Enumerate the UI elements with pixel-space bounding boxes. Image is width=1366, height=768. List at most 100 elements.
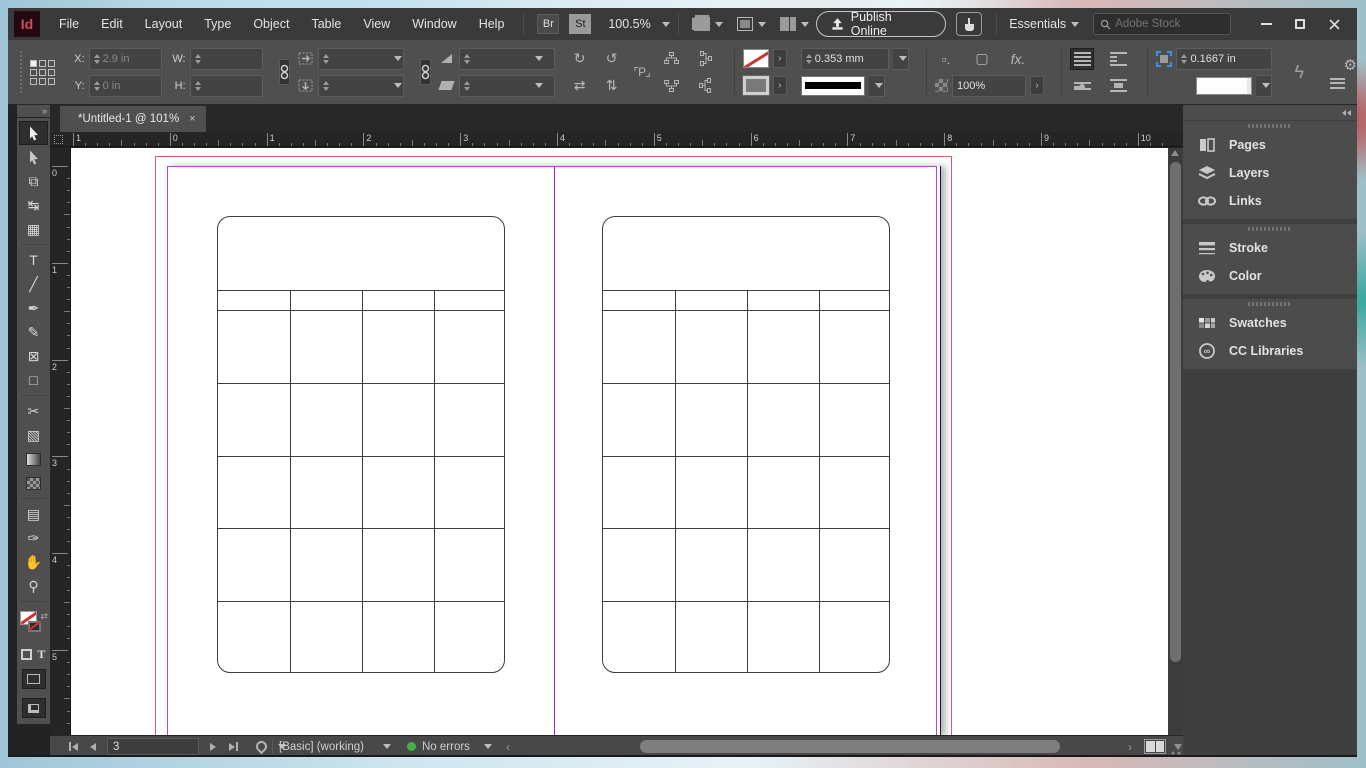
previous-page-button[interactable] xyxy=(84,739,102,755)
scroll-right-icon[interactable]: › xyxy=(1128,740,1132,754)
object-style-dropdown[interactable] xyxy=(1256,74,1273,97)
flip-horizontal-button[interactable]: ⇄ xyxy=(569,75,591,97)
opacity-field[interactable]: 100% xyxy=(952,74,1027,97)
dock-item-layers[interactable]: Layers xyxy=(1183,159,1357,187)
menu-window[interactable]: Window xyxy=(401,8,467,40)
view-options-button[interactable] xyxy=(693,17,723,31)
toolbar-expand-button[interactable]: » xyxy=(17,105,50,117)
zoom-level-value[interactable]: 100.5% xyxy=(608,17,650,31)
menu-layout[interactable]: Layout xyxy=(134,8,194,40)
eyedropper-tool[interactable]: ✑ xyxy=(19,526,48,550)
frame-fitting-icon[interactable] xyxy=(1156,50,1173,67)
wrap-around-object-button[interactable] xyxy=(1070,75,1094,97)
vertical-scroll-thumb[interactable] xyxy=(1170,162,1181,662)
last-page-button[interactable] xyxy=(224,739,242,755)
maximize-button[interactable] xyxy=(1283,11,1317,37)
search-input[interactable] xyxy=(1115,18,1208,30)
scale-y-field[interactable] xyxy=(317,74,404,97)
zoom-level-chevron-icon[interactable] xyxy=(661,21,670,27)
type-tool[interactable]: T xyxy=(19,248,48,272)
canvas[interactable] xyxy=(71,148,1168,735)
select-parent-button[interactable] xyxy=(695,75,717,97)
gpu-performance-icon[interactable]: ϟ xyxy=(1294,62,1304,83)
hand-tool[interactable]: ✋ xyxy=(19,550,48,574)
stroke-type-chevron[interactable] xyxy=(868,74,885,97)
object-style-swatch[interactable] xyxy=(1196,76,1253,95)
dock-item-swatches[interactable]: Swatches xyxy=(1183,309,1357,337)
jump-object-button[interactable] xyxy=(1106,75,1130,97)
scroll-left-icon[interactable]: ‹ xyxy=(506,740,510,754)
fill-stroke-proxy[interactable]: ⇄ xyxy=(19,611,48,641)
pen-tool[interactable]: ✒ xyxy=(19,296,48,320)
select-previous-object-button[interactable] xyxy=(661,48,683,70)
scissors-tool[interactable]: ✂ xyxy=(19,399,48,423)
line-tool[interactable]: ╱ xyxy=(19,272,48,296)
bridge-button[interactable]: Br xyxy=(537,14,560,34)
panel-group-drag-handle[interactable] xyxy=(1183,299,1357,309)
rectangle-tool[interactable]: □ xyxy=(19,368,48,392)
stroke-weight-dropdown[interactable] xyxy=(892,47,909,70)
spread-view-button[interactable] xyxy=(1144,739,1166,754)
stock-button[interactable]: St xyxy=(569,14,592,34)
ruler-origin-icon[interactable] xyxy=(54,135,63,144)
wrap-around-bounding-box-button[interactable] xyxy=(1106,48,1130,70)
gap-tool[interactable]: ↹ xyxy=(19,193,48,217)
panel-group-drag-handle[interactable] xyxy=(1183,121,1357,131)
rotate-cw-button[interactable]: ↻ xyxy=(569,48,591,70)
select-container-button[interactable]: ⌜ P ⌟ xyxy=(631,61,653,83)
stroke-swatch[interactable] xyxy=(27,620,42,632)
corner-options-button[interactable]: ▫. xyxy=(935,48,957,70)
table-right[interactable] xyxy=(602,216,890,673)
effects-button[interactable]: fx. xyxy=(1007,48,1029,70)
gradient-feather-tool[interactable] xyxy=(19,471,48,495)
touch-workspace-button[interactable] xyxy=(956,12,983,36)
page-number-input[interactable] xyxy=(108,740,272,753)
select-child-button[interactable] xyxy=(661,75,683,97)
opacity-options-button[interactable]: › xyxy=(1030,76,1045,95)
zoom-tool[interactable]: ⚲ xyxy=(19,574,48,598)
constrain-dimensions-link-icon[interactable] xyxy=(278,59,290,85)
dock-item-color[interactable]: Color xyxy=(1183,262,1357,290)
stroke-options-button[interactable]: › xyxy=(772,49,787,68)
preflight-menu[interactable] xyxy=(253,738,270,755)
width-field[interactable] xyxy=(189,47,263,70)
close-button[interactable] xyxy=(1317,11,1351,37)
gradient-tool[interactable] xyxy=(19,447,48,471)
document-tab[interactable]: *Untitled-1 @ 101% × xyxy=(60,106,206,132)
rotate-ccw-button[interactable]: ↺ xyxy=(601,48,623,70)
x-field[interactable] xyxy=(88,47,162,70)
arrange-documents-button[interactable] xyxy=(779,17,809,31)
dock-item-cc-libraries[interactable]: ∞ CC Libraries xyxy=(1183,337,1357,365)
table-left[interactable] xyxy=(217,216,505,673)
horizontal-scroll-thumb[interactable] xyxy=(640,740,1060,753)
height-field[interactable] xyxy=(189,74,263,97)
rotation-angle-field[interactable] xyxy=(458,47,555,70)
selection-tool[interactable] xyxy=(19,121,48,145)
swap-fill-stroke-icon[interactable]: ⇄ xyxy=(40,611,48,622)
panel-group-drag-handle[interactable] xyxy=(1183,224,1357,234)
screen-mode-normal-button[interactable] xyxy=(21,698,46,718)
stroke-type-dropdown[interactable] xyxy=(800,75,865,96)
next-page-button[interactable] xyxy=(204,739,222,755)
direct-selection-tool[interactable] xyxy=(19,145,48,169)
menu-file[interactable]: File xyxy=(48,8,90,40)
panel-menu-icon[interactable] xyxy=(1329,77,1345,89)
frame-tool[interactable]: ⊠ xyxy=(19,344,48,368)
page-tool[interactable]: ⧉ xyxy=(19,169,48,193)
constrain-scale-link-icon[interactable] xyxy=(419,59,431,85)
vertical-scrollbar[interactable] xyxy=(1168,148,1183,735)
menu-table[interactable]: Table xyxy=(300,8,352,40)
shear-angle-field[interactable] xyxy=(458,74,555,97)
flip-vertical-button[interactable]: ⇅ xyxy=(601,75,623,97)
adobe-stock-search[interactable] xyxy=(1093,13,1231,35)
fill-options-button[interactable]: › xyxy=(772,76,787,95)
preflight-status[interactable]: No errors xyxy=(407,741,492,753)
menu-help[interactable]: Help xyxy=(468,8,516,40)
dock-item-pages[interactable]: Pages xyxy=(1183,131,1357,159)
scroll-up-icon[interactable] xyxy=(1171,150,1179,156)
stroke-swatch-none[interactable] xyxy=(742,49,769,68)
workspace-switcher[interactable]: Essentials xyxy=(1009,17,1080,31)
formatting-affects-text-button[interactable]: T xyxy=(37,647,45,662)
free-transform-tool[interactable]: ▧ xyxy=(19,423,48,447)
horizontal-ruler[interactable]: 1 0 1 2 3 4 5 6 7 8 9 10 xyxy=(50,132,1183,147)
